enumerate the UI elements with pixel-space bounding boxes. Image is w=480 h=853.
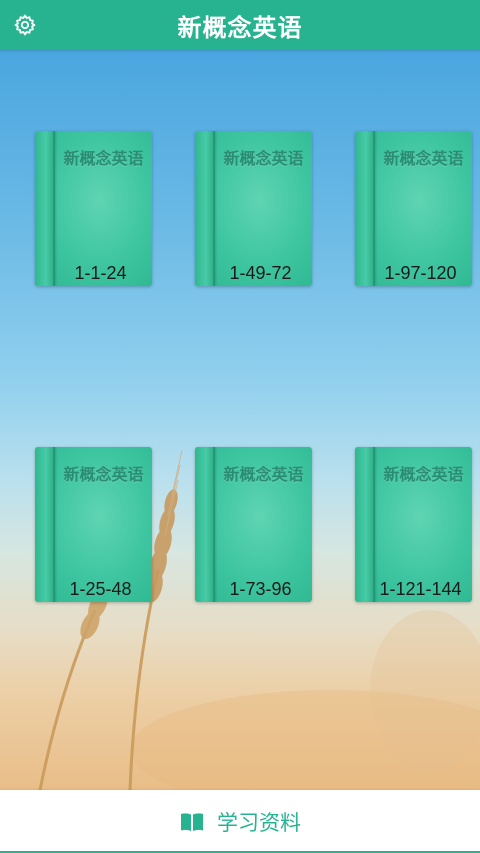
gear-icon: [14, 14, 36, 36]
book-card[interactable]: 新概念英语 1-121-144: [355, 447, 472, 602]
book-lesson-range: 1-49-72: [229, 263, 292, 283]
book-title: 新概念英语: [63, 149, 144, 168]
page-title: 新概念英语: [177, 13, 303, 42]
bottom-bar: 学习资料: [0, 790, 480, 853]
book-title: 新概念英语: [383, 149, 464, 168]
book-title: 新概念英语: [223, 149, 304, 168]
study-materials-button[interactable]: 学习资料: [179, 807, 301, 837]
settings-button[interactable]: [10, 10, 40, 40]
book-card[interactable]: 新概念英语 1-97-120: [355, 131, 472, 286]
book-lesson-range: 1-25-48: [69, 579, 132, 599]
book-lesson-range: 1-1-24: [74, 263, 127, 283]
book-lesson-range: 1-73-96: [229, 579, 292, 599]
book-lesson-range: 1-121-144: [379, 579, 462, 599]
background-scene: 新概念英语 1-1-24 新概念英语 1-49-72 新概念英语 1-97-12…: [0, 50, 480, 790]
book-title: 新概念英语: [383, 465, 464, 484]
book-lesson-range: 1-97-120: [384, 263, 457, 283]
book-title: 新概念英语: [63, 465, 144, 484]
book-card[interactable]: 新概念英语 1-25-48: [35, 447, 152, 602]
app-header: 新概念英语: [0, 0, 480, 50]
open-book-icon: [181, 812, 203, 831]
study-materials-label: 学习资料: [217, 810, 301, 835]
app-screen: 新概念英语 新概念英语 1-1-24 新概念英语 1-49-72 新概念英语 1…: [0, 0, 480, 853]
book-title: 新概念英语: [223, 465, 304, 484]
book-card[interactable]: 新概念英语 1-49-72: [195, 131, 312, 286]
book-card[interactable]: 新概念英语 1-73-96: [195, 447, 312, 602]
book-card[interactable]: 新概念英语 1-1-24: [35, 131, 152, 286]
